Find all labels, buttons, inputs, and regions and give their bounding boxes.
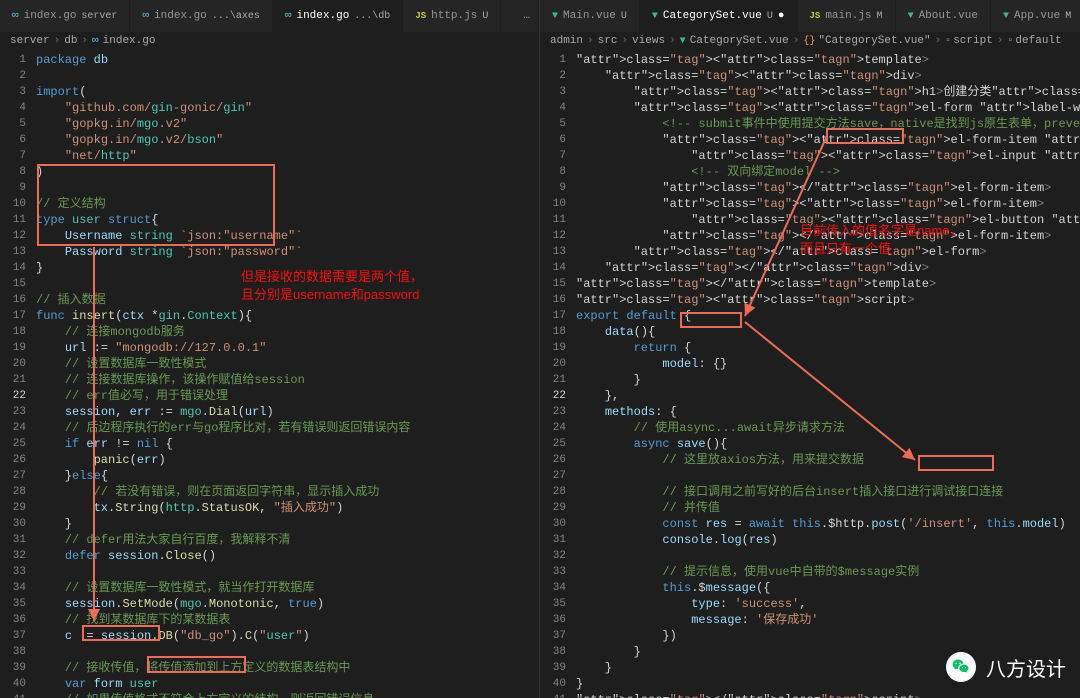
editor-left[interactable]: 1234567891011121314151617181920212223242… bbox=[0, 50, 539, 698]
tab-overflow-left[interactable]: … bbox=[515, 0, 539, 32]
editor-right[interactable]: 1234567891011121314151617181920212223242… bbox=[540, 50, 1080, 698]
vue-icon bbox=[1003, 10, 1009, 22]
tab-main-vue[interactable]: Main.vue U bbox=[540, 0, 640, 32]
tab-index-db[interactable]: index.go ...\db bbox=[273, 0, 403, 32]
go-icon bbox=[92, 35, 99, 47]
tab-main-js[interactable]: main.js M bbox=[798, 0, 896, 32]
tab-app-vue[interactable]: App.vue M bbox=[991, 0, 1080, 32]
breadcrumb-left: server› db› index.go bbox=[0, 32, 539, 50]
tab-categoryset-vue[interactable]: CategorySet.vue U ● bbox=[640, 0, 798, 32]
go-icon bbox=[285, 10, 292, 22]
tab-about-vue[interactable]: About.vue bbox=[896, 0, 991, 32]
go-icon bbox=[142, 10, 149, 22]
go-icon bbox=[12, 10, 19, 22]
vue-icon bbox=[552, 10, 558, 22]
watermark: 八方设计 bbox=[932, 646, 1080, 688]
js-icon bbox=[810, 10, 821, 22]
tab-index-axes[interactable]: index.go ...\axes bbox=[130, 0, 272, 32]
vue-icon bbox=[908, 10, 914, 22]
breadcrumb-right: admin› src› views› CategorySet.vue› "Cat… bbox=[540, 32, 1080, 50]
tab-http-js[interactable]: http.js U bbox=[403, 0, 501, 32]
tabs-right: Main.vue U CategorySet.vue U ● main.js M… bbox=[540, 0, 1080, 32]
wechat-icon bbox=[946, 652, 976, 682]
tab-index-server[interactable]: index.go server bbox=[0, 0, 130, 32]
tabs-left: index.go server index.go ...\axes index.… bbox=[0, 0, 539, 32]
vue-icon bbox=[652, 10, 658, 22]
vue-icon bbox=[680, 35, 686, 47]
js-icon bbox=[415, 10, 426, 22]
